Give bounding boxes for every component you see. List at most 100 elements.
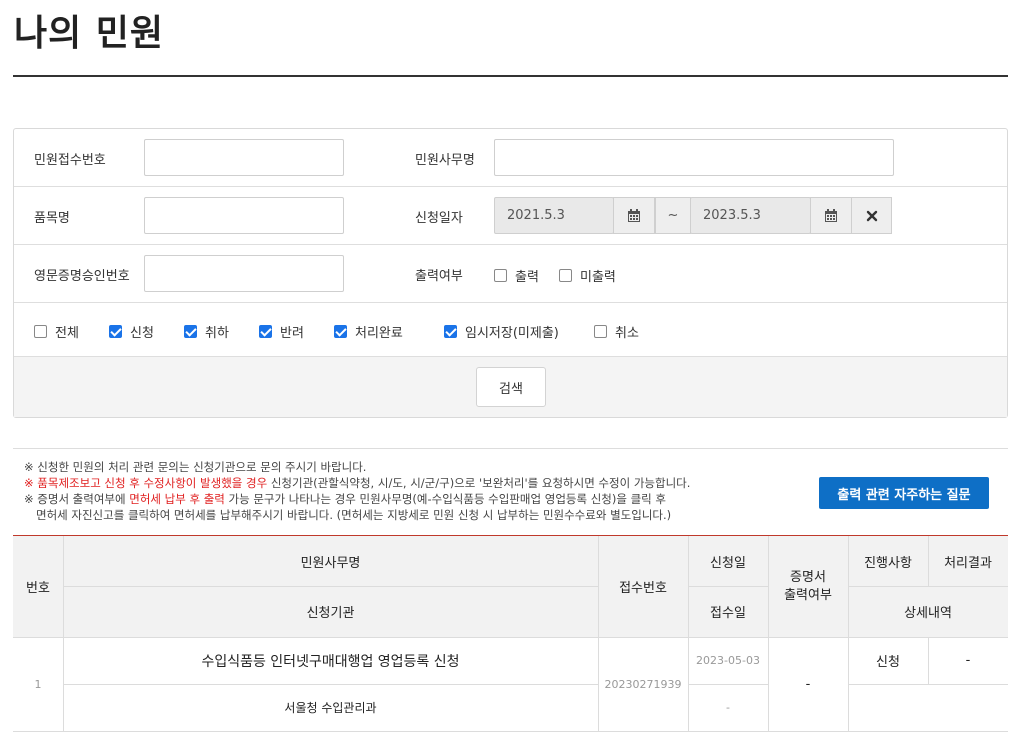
search-footer: 검색 bbox=[14, 357, 1007, 417]
item-name-input[interactable] bbox=[144, 197, 344, 234]
calendar-icon bbox=[825, 208, 837, 222]
grid-line bbox=[848, 684, 1008, 685]
checkbox-label: 신청 bbox=[130, 326, 154, 341]
notice-text: 가능 문구가 나타나는 경우 민원사무명(예-수입식품등 수입판매업 영업등록 … bbox=[224, 492, 667, 506]
grid-line bbox=[928, 536, 929, 586]
filter-applied[interactable]: 신청 bbox=[109, 322, 154, 341]
search-row-3: 영문증명승인번호 출력여부 출력 미출력 bbox=[14, 245, 1007, 303]
search-row-2: 품목명 신청일자 2021.5.3 ~ 2023.5.3 bbox=[14, 187, 1007, 245]
row-progress: 신청 bbox=[876, 655, 900, 670]
checkbox-label: 전체 bbox=[55, 326, 79, 341]
checkbox-checked[interactable] bbox=[184, 325, 197, 338]
print-option-not-printed[interactable]: 미출력 bbox=[559, 266, 616, 285]
grid-line bbox=[598, 536, 599, 731]
grid-line bbox=[63, 586, 598, 587]
complaint-table: 번호 민원사무명 신청기관 접수번호 신청일 접수일 증명서 출력여부 진행사항… bbox=[13, 535, 1008, 732]
print-faq-button[interactable]: 출력 관련 자주하는 질문 bbox=[819, 477, 989, 509]
grid-line bbox=[13, 637, 1008, 638]
grid-line bbox=[688, 586, 768, 587]
checkbox[interactable] bbox=[494, 269, 507, 282]
date-to-input[interactable]: 2023.5.3 bbox=[690, 197, 811, 234]
checkbox-label: 반려 bbox=[280, 326, 304, 341]
notice-text: ※ 증명서 출력여부에 bbox=[24, 492, 130, 506]
row-result: - bbox=[965, 653, 971, 668]
calendar-to-button[interactable] bbox=[810, 197, 852, 234]
checkbox-label: 취하 bbox=[205, 326, 229, 341]
notice-text: 신청기관(관할식약청, 시/도, 시/군/구)으로 '보완처리'를 요청하시면 … bbox=[267, 476, 691, 490]
item-name-label: 품목명 bbox=[34, 211, 70, 226]
notice-line-2: ※ 품목제조보고 신청 후 수정사항이 발생했을 경우 신청기관(관할식약청, … bbox=[24, 475, 804, 491]
cert-no-input[interactable] bbox=[144, 255, 344, 292]
print-option-printed[interactable]: 출력 bbox=[494, 266, 539, 285]
page-title: 나의 민원 bbox=[14, 13, 165, 54]
notice-highlight: 품목제조보고 신청 후 수정사항이 발생했을 경우 bbox=[37, 476, 268, 490]
row-detail[interactable] bbox=[848, 684, 1008, 731]
notice-box: ※ 신청한 민원의 처리 관련 문의는 신청기관으로 문의 주시기 바랍니다. … bbox=[24, 459, 804, 523]
grid-line bbox=[688, 684, 768, 685]
checkbox-label: 미출력 bbox=[580, 270, 616, 285]
title-divider bbox=[13, 75, 1008, 77]
date-from-input[interactable]: 2021.5.3 bbox=[494, 197, 614, 234]
header-progress: 진행사항 bbox=[848, 536, 928, 586]
checkbox-checked[interactable] bbox=[444, 325, 457, 338]
header-cert-print: 증명서 출력여부 bbox=[768, 536, 848, 637]
calendar-icon bbox=[628, 208, 640, 222]
calendar-from-button[interactable] bbox=[613, 197, 655, 234]
checkbox-checked[interactable] bbox=[109, 325, 122, 338]
header-no: 번호 bbox=[13, 536, 63, 637]
service-name-label: 민원사무명 bbox=[415, 153, 475, 168]
header-agency: 신청기관 bbox=[63, 586, 598, 637]
row-receive-date: - bbox=[726, 701, 730, 714]
row-receipt-no: 20230271939 bbox=[604, 677, 682, 691]
notice-divider bbox=[13, 448, 1008, 449]
checkbox-label: 임시저장(미제출) bbox=[465, 326, 559, 341]
notice-line-4: 면허세 자진신고를 클릭하여 면허세를 납부해주시기 바랍니다. (면허세는 지… bbox=[36, 508, 672, 522]
row-agency: 서울청 수입관리과 bbox=[284, 701, 377, 715]
checkbox-label: 취소 bbox=[615, 326, 639, 341]
grid-line bbox=[688, 536, 689, 731]
notice-line-1: ※ 신청한 민원의 처리 관련 문의는 신청기관으로 문의 주시기 바랍니다. bbox=[24, 460, 367, 474]
grid-line bbox=[63, 684, 598, 685]
grid-line bbox=[848, 536, 849, 731]
row-cert-print: - bbox=[805, 676, 811, 692]
search-button[interactable]: 검색 bbox=[476, 367, 546, 407]
grid-line bbox=[848, 586, 1008, 587]
grid-line bbox=[63, 536, 64, 731]
checkbox[interactable] bbox=[34, 325, 47, 338]
search-row-1: 민원접수번호 민원사무명 bbox=[14, 129, 1007, 187]
filter-rejected[interactable]: 반려 bbox=[259, 322, 304, 341]
checkbox-checked[interactable] bbox=[334, 325, 347, 338]
checkbox[interactable] bbox=[594, 325, 607, 338]
search-panel: 민원접수번호 민원사무명 품목명 신청일자 2021.5.3 ~ 2023.5.… bbox=[13, 128, 1008, 418]
status-filter-row: 전체 신청 취하 반려 처리완료 임시저장(미제출) 취소 bbox=[14, 303, 1007, 357]
checkbox-label: 출력 bbox=[515, 270, 539, 285]
checkbox-checked[interactable] bbox=[259, 325, 272, 338]
close-icon bbox=[866, 210, 877, 221]
clear-date-button[interactable] bbox=[851, 197, 892, 234]
grid-line bbox=[928, 637, 929, 684]
checkbox-label: 처리완료 bbox=[355, 326, 403, 341]
notice-mark: ※ bbox=[24, 476, 38, 490]
receipt-no-input[interactable] bbox=[144, 139, 344, 176]
grid-line bbox=[768, 536, 769, 731]
row-apply-date: 2023-05-03 bbox=[696, 654, 760, 667]
filter-draft[interactable]: 임시저장(미제출) bbox=[444, 322, 559, 341]
header-detail: 상세내역 bbox=[848, 586, 1008, 637]
filter-all[interactable]: 전체 bbox=[34, 322, 79, 341]
notice-highlight: 면허세 납부 후 출력 bbox=[129, 492, 225, 506]
header-receipt-no: 접수번호 bbox=[598, 536, 688, 637]
filter-withdrawn[interactable]: 취하 bbox=[184, 322, 229, 341]
filter-completed[interactable]: 처리완료 bbox=[334, 322, 403, 341]
print-label: 출력여부 bbox=[415, 269, 463, 284]
notice-line-3: ※ 증명서 출력여부에 면허세 납부 후 출력 가능 문구가 나타나는 경우 민… bbox=[24, 491, 804, 507]
filter-cancelled[interactable]: 취소 bbox=[594, 322, 639, 341]
header-result: 처리결과 bbox=[928, 536, 1008, 586]
checkbox[interactable] bbox=[559, 269, 572, 282]
receipt-no-label: 민원접수번호 bbox=[34, 153, 106, 168]
service-name-input[interactable] bbox=[494, 139, 894, 176]
header-receive-date: 접수일 bbox=[688, 586, 768, 637]
apply-date-label: 신청일자 bbox=[415, 211, 463, 226]
row-service-name-link[interactable]: 수입식품등 인터넷구매대행업 영업등록 신청 bbox=[63, 637, 598, 684]
row-no: 1 bbox=[34, 677, 42, 691]
header-service-name: 민원사무명 bbox=[63, 536, 598, 586]
